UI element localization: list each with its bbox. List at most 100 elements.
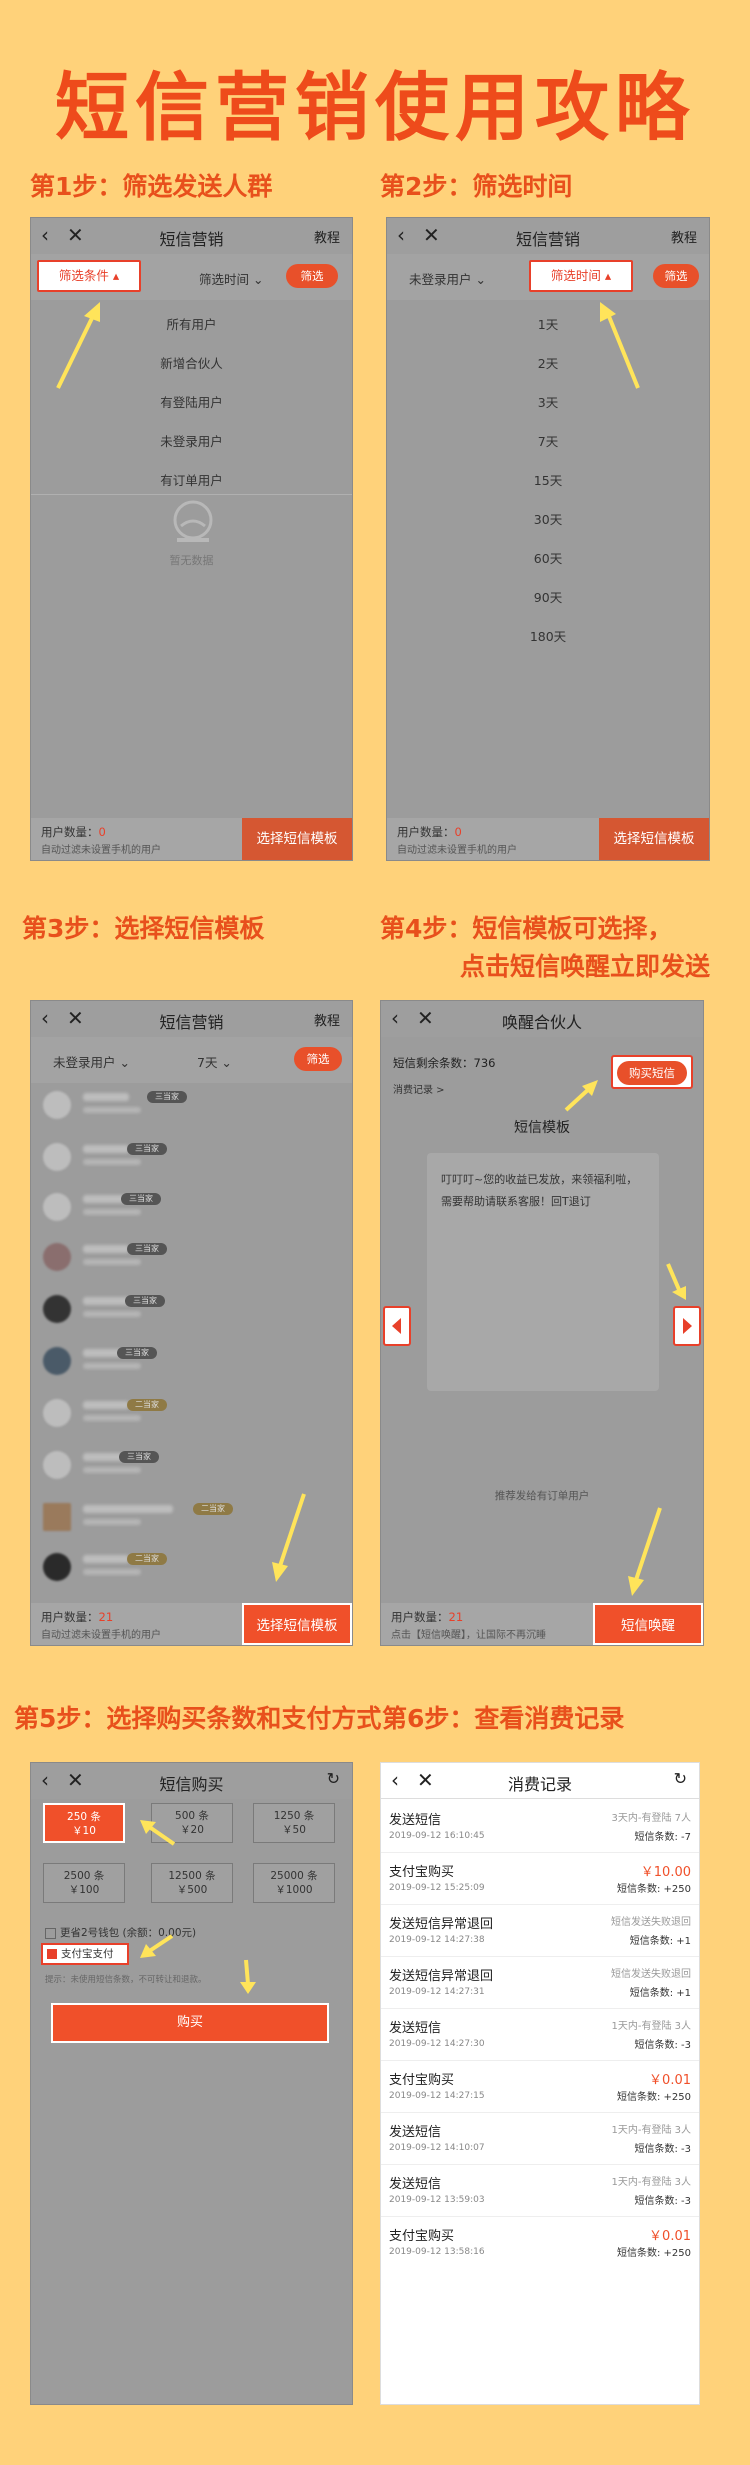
menu-item-2d[interactable]: 2天 — [387, 353, 709, 372]
filter-time-label: 筛选时间 — [199, 272, 250, 287]
package-25000[interactable]: 25000 条 ￥1000 — [253, 1863, 335, 1903]
filter-time-label: 7天 — [197, 1055, 218, 1070]
list-item[interactable]: 三当家 — [31, 1087, 352, 1123]
menu-item-3d[interactable]: 3天 — [387, 392, 709, 411]
menu-item-15d[interactable]: 15天 — [387, 470, 709, 489]
filter-group-label: 未登录用户 — [53, 1055, 116, 1070]
pointer-arrow-icon — [564, 1080, 598, 1112]
menu-item-180d[interactable]: 180天 — [387, 626, 709, 645]
package-250[interactable]: 250 条 ￥10 — [43, 1803, 125, 1843]
record-title: 发送短信 — [389, 2021, 442, 2036]
menu-item-7d[interactable]: 7天 — [387, 431, 709, 450]
record-row[interactable]: 支付宝购买 2019-09-12 14:27:15 ￥0.01 短信条数: +250 — [381, 2061, 699, 2113]
choose-template-button[interactable]: 选择短信模板 — [242, 1603, 352, 1645]
choose-template-button[interactable]: 选择短信模板 — [242, 818, 352, 860]
filter-time-dropdown[interactable]: 筛选时间 ⌄ — [199, 269, 263, 288]
wallet-checkbox[interactable] — [45, 1927, 56, 1939]
refresh-icon[interactable]: ↻ — [327, 1769, 340, 1788]
user-count: 用户数量：0 — [397, 824, 462, 840]
menu-item-60d[interactable]: 60天 — [387, 548, 709, 567]
record-title: 发送短信异常退回 — [389, 1917, 494, 1932]
nav-title: 消费记录 — [507, 1775, 572, 1794]
filter-button[interactable]: 筛选 — [653, 264, 699, 288]
filter-time-label: 筛选时间 — [550, 268, 601, 283]
user-count-value: 0 — [454, 825, 462, 839]
record-title: 支付宝购买 — [389, 1865, 455, 1880]
package-1250[interactable]: 1250 条 ￥50 — [253, 1803, 335, 1843]
filter-button[interactable]: 筛选 — [286, 264, 338, 288]
record-row[interactable]: 发送短信 2019-09-12 16:10:45 3天内-有登陆 7人 短信条数: -… — [381, 1801, 699, 1853]
filter-condition-dropdown[interactable]: 筛选条件 ▴ — [37, 260, 141, 292]
filter-time-dropdown[interactable]: 7天 ⌄ — [197, 1052, 232, 1071]
blurred-name — [83, 1505, 173, 1513]
buy-button[interactable]: 购买 — [51, 2003, 329, 2043]
filter-group-dropdown[interactable]: 未登录用户 ⌄ — [409, 269, 486, 288]
package-12500[interactable]: 12500 条 ￥500 — [151, 1863, 233, 1903]
blurred-name — [83, 1555, 129, 1563]
avatar — [43, 1295, 71, 1323]
record-row[interactable]: 发送短信 2019-09-12 14:10:07 1天内-有登陆 3人 短信条数: -… — [381, 2113, 699, 2165]
avatar — [43, 1553, 71, 1581]
alipay-checkbox[interactable] — [47, 1949, 57, 1959]
record-detail: 短信发送失败退回 — [611, 1969, 691, 1980]
nav-title: 短信营销 — [515, 230, 580, 249]
menu-item-30d[interactable]: 30天 — [387, 509, 709, 528]
tutorial-link[interactable]: 教程 — [671, 227, 697, 246]
blurred-name — [83, 1245, 129, 1253]
record-row[interactable]: 发送短信异常退回 2019-09-12 14:27:31 短信发送失败退回 短信条数:… — [381, 1957, 699, 2009]
list-item[interactable]: 三当家 — [31, 1291, 352, 1327]
record-sms-count: 短信条数: -3 — [634, 2196, 691, 2207]
record-row[interactable]: 支付宝购买 2019-09-12 15:25:09 ￥10.00 短信条数: +250 — [381, 1853, 699, 1905]
tutorial-link[interactable]: 教程 — [314, 227, 340, 246]
template-title: 短信模板 — [514, 1120, 570, 1136]
next-template-button[interactable] — [673, 1306, 701, 1346]
step-2-title: 第2步：筛选时间 — [380, 172, 573, 201]
alipay-option[interactable]: 支付宝支付 — [41, 1943, 129, 1965]
menu-item-1d[interactable]: 1天 — [387, 314, 709, 333]
list-item[interactable]: 三当家 — [31, 1343, 352, 1379]
list-item[interactable]: 三当家 — [31, 1239, 352, 1275]
menu-item-90d[interactable]: 90天 — [387, 587, 709, 606]
user-count: 用户数量：0 — [41, 824, 106, 840]
record-amount: ￥0.01 — [649, 2229, 691, 2244]
list-item[interactable]: 三当家 — [31, 1447, 352, 1483]
nav-title: 短信营销 — [159, 1013, 224, 1032]
filter-bar: 未登录用户 ⌄ 筛选时间 ▴ 筛选 — [387, 254, 709, 300]
record-detail: 短信发送失败退回 — [611, 1917, 691, 1928]
sms-remaining: 短信剩余条数：736 — [393, 1056, 496, 1070]
blurred-phone — [83, 1415, 141, 1421]
list-item[interactable]: 三当家 — [31, 1139, 352, 1175]
package-2500[interactable]: 2500 条 ￥100 — [43, 1863, 125, 1903]
filter-group-dropdown[interactable]: 未登录用户 ⌄ — [53, 1052, 130, 1071]
blurred-phone — [83, 1363, 141, 1369]
pointer-arrow-icon — [600, 302, 640, 389]
list-item[interactable]: 三当家 — [31, 1189, 352, 1225]
filter-time-dropdown[interactable]: 筛选时间 ▴ — [529, 260, 633, 292]
bottom-bar: 用户数量：21 点击【短信唤醒】，让国际不再沉睡 短信唤醒 — [381, 1603, 703, 1645]
tutorial-link[interactable]: 教程 — [314, 1010, 340, 1029]
template-card[interactable]: 叮叮叮~您的收益已发放，来领福利啦，需要帮助请联系客服！回T退订 — [427, 1153, 659, 1391]
avatar — [43, 1347, 71, 1375]
prev-template-button[interactable] — [383, 1306, 411, 1346]
menu-item-ordered[interactable]: 有订单用户 — [31, 470, 352, 489]
consumption-record-link[interactable]: 消费记录 > — [393, 1081, 445, 1096]
user-count: 用户数量：21 — [391, 1609, 463, 1625]
refresh-icon[interactable]: ↻ — [674, 1769, 687, 1788]
choose-template-button[interactable]: 选择短信模板 — [599, 818, 709, 860]
sms-wake-button[interactable]: 短信唤醒 — [593, 1603, 703, 1645]
avatar — [43, 1451, 71, 1479]
level-tag: 三当家 — [127, 1243, 167, 1255]
auto-filter-hint: 自动过滤未设置手机的用户 — [41, 1630, 161, 1641]
empty-state-icon — [173, 500, 213, 542]
record-row[interactable]: 发送短信异常退回 2019-09-12 14:27:38 短信发送失败退回 短信条数:… — [381, 1905, 699, 1957]
package-qty: 1250 条 — [273, 1810, 315, 1822]
menu-item-not-logged[interactable]: 未登录用户 — [31, 431, 352, 450]
buy-sms-button[interactable]: 购买短信 — [617, 1061, 687, 1085]
record-row[interactable]: 发送短信 2019-09-12 13:59:03 1天内-有登陆 3人 短信条数: -… — [381, 2165, 699, 2217]
list-item[interactable]: 二当家 — [31, 1395, 352, 1431]
record-sms-count: 短信条数: -7 — [634, 1832, 691, 1843]
record-row[interactable]: 支付宝购买 2019-09-12 13:58:16 ￥0.01 短信条数: +250 — [381, 2217, 699, 2269]
main-title: 短信营销使用攻略 — [55, 65, 695, 151]
record-row[interactable]: 发送短信 2019-09-12 14:27:30 1天内-有登陆 3人 短信条数: -… — [381, 2009, 699, 2061]
filter-button[interactable]: 筛选 — [294, 1047, 342, 1071]
